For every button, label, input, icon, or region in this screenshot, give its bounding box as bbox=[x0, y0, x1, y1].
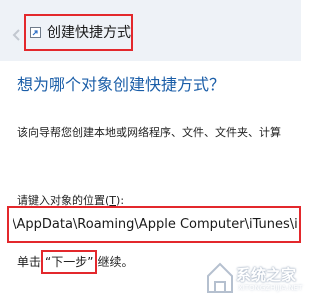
watermark-text: 系统之家 bbox=[236, 266, 297, 284]
page-heading: 想为哪个对象创建快捷方式？ bbox=[17, 75, 226, 94]
next-step-highlight: “下一步” bbox=[41, 250, 98, 274]
house-logo-icon bbox=[207, 262, 233, 293]
next-step-instruction: 单击 “下一步” 继续。 bbox=[17, 250, 133, 274]
wizard-title-bar: 创建快捷方式 bbox=[0, 0, 301, 62]
back-arrow-icon[interactable] bbox=[12, 28, 24, 42]
window-title: 创建快捷方式 bbox=[47, 25, 131, 41]
wizard-description: 该向导帮您创建本地或网络程序、文件、文件夹、计算 bbox=[17, 126, 281, 139]
site-watermark: 系统之家 XITONGZHIJIA.NET bbox=[204, 256, 303, 300]
instruction-prefix: 单击 bbox=[17, 255, 42, 269]
instruction-suffix: 继续。 bbox=[97, 255, 134, 269]
watermark-subtext: XITONGZHIJIA.NET bbox=[238, 284, 303, 292]
location-input[interactable] bbox=[13, 210, 299, 239]
location-field-highlight bbox=[7, 206, 301, 243]
